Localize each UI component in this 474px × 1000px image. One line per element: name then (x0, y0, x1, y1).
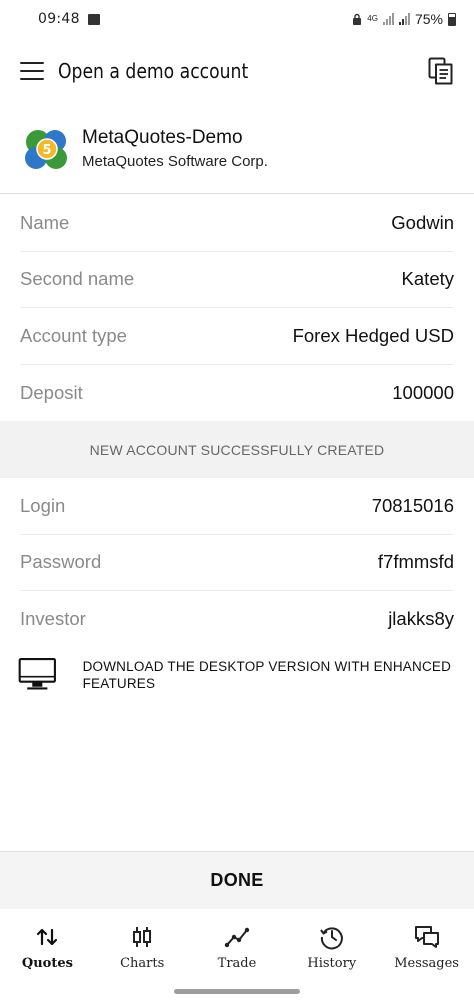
signal-icon (382, 13, 394, 25)
server-info: 5 MetaQuotes-Demo MetaQuotes Software Co… (0, 104, 474, 194)
server-company: MetaQuotes Software Corp. (82, 153, 268, 170)
desktop-monitor-icon (18, 658, 56, 690)
network-type: 4G (367, 14, 378, 23)
nav-label: Trade (217, 955, 257, 971)
gallery-notification-icon (87, 13, 100, 25)
row-value: jlakks8y (388, 608, 454, 630)
row-label: Investor (20, 608, 86, 630)
signal-icon-2 (398, 13, 410, 25)
row-deposit: Deposit 100000 (20, 365, 454, 422)
bottom-nav: Quotes Charts Trade History Messages (0, 909, 474, 985)
app-bar: Open a demo account (0, 38, 474, 104)
download-desktop-link[interactable]: DOWNLOAD THE DESKTOP VERSION WITH ENHANC… (0, 650, 474, 700)
status-bar: 09:48 4G 75% (0, 0, 474, 38)
candlestick-icon (133, 926, 152, 947)
row-label: Password (20, 551, 102, 573)
nav-label: Charts (120, 955, 165, 971)
row-password[interactable]: Password f7fmmsfd (20, 535, 454, 591)
done-label: DONE (210, 870, 264, 890)
done-button[interactable]: DONE (0, 851, 474, 909)
row-label: Name (20, 211, 70, 233)
row-label: Account type (20, 324, 127, 346)
row-value: Forex Hedged USD (292, 324, 454, 346)
row-name: Name Godwin (20, 195, 454, 252)
battery-percent: 75% (414, 11, 443, 27)
row-value: f7fmmsfd (377, 551, 454, 573)
credentials: Login 70815016 Password f7fmmsfd Investo… (0, 478, 474, 648)
row-login[interactable]: Login 70815016 (20, 478, 454, 535)
row-label: Second name (20, 268, 135, 290)
nav-trade[interactable]: Trade (190, 909, 285, 985)
history-clock-icon (319, 926, 343, 949)
nav-messages[interactable]: Messages (379, 909, 474, 985)
nav-history[interactable]: History (284, 909, 379, 985)
svg-text:5: 5 (42, 143, 51, 158)
quotes-arrows-icon (37, 928, 58, 945)
copy-document-icon[interactable] (428, 57, 454, 85)
row-second-name: Second name Katety (20, 252, 454, 308)
row-account-type: Account type Forex Hedged USD (20, 308, 454, 365)
lock-icon (353, 13, 362, 25)
success-banner: NEW ACCOUNT SUCCESSFULLY CREATED (0, 421, 474, 478)
menu-icon[interactable] (20, 62, 44, 80)
row-label: Deposit (20, 381, 83, 403)
row-value: 100000 (392, 381, 454, 403)
page-title: Open a demo account (58, 59, 249, 83)
row-value: 70815016 (371, 494, 454, 516)
download-text: DOWNLOAD THE DESKTOP VERSION WITH ENHANC… (82, 659, 452, 691)
status-time: 09:48 (38, 11, 80, 27)
account-details: Name Godwin Second name Katety Account t… (0, 195, 474, 421)
row-value: Godwin (391, 211, 454, 233)
server-name: MetaQuotes-Demo (82, 127, 243, 148)
status-right: 4G 75% (352, 11, 456, 27)
home-indicator[interactable] (0, 986, 474, 1000)
trade-line-icon (224, 927, 250, 947)
nav-charts[interactable]: Charts (95, 909, 190, 985)
nav-label: History (307, 955, 357, 971)
metatrader-logo: 5 (25, 129, 67, 169)
messages-bubbles-icon (414, 925, 439, 948)
battery-icon (448, 12, 456, 26)
nav-label: Quotes (21, 955, 73, 971)
nav-quotes[interactable]: Quotes (0, 909, 95, 985)
row-label: Login (20, 494, 66, 516)
nav-label: Messages (394, 955, 459, 971)
row-value: Katety (401, 268, 454, 290)
row-investor[interactable]: Investor jlakks8y (20, 591, 454, 648)
